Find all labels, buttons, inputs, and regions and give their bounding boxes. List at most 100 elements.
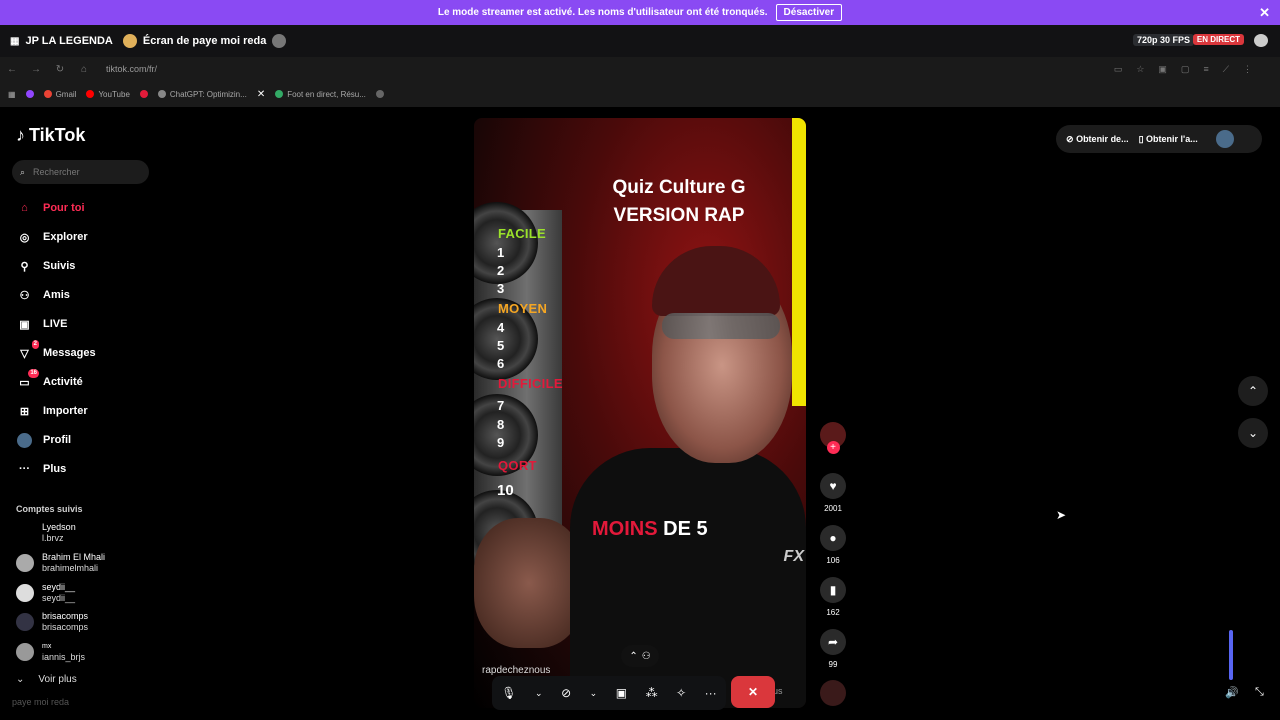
save-count: 162: [826, 608, 840, 617]
see-more-button[interactable]: ⌄ Voir plus: [16, 674, 77, 685]
nav-following[interactable]: ⚲ Suivis: [16, 255, 166, 277]
bookmark-youtube[interactable]: YouTube: [86, 89, 130, 99]
chevron-down-icon[interactable]: ⌄: [535, 688, 543, 699]
bookmark-label: YouTube: [98, 89, 130, 99]
bookmark-label: ChatGPT: Optimizin...: [169, 89, 247, 99]
streamer-mode-banner: Le mode streamer est activé. Les noms d'…: [0, 0, 1280, 25]
x-icon[interactable]: ✕: [257, 89, 265, 100]
close-icon[interactable]: ✕: [1259, 5, 1270, 21]
activities-icon[interactable]: ⁂: [646, 686, 658, 700]
chevron-down-icon: ⌄: [1247, 426, 1259, 440]
followed-account[interactable]: mx iannis_brjs: [16, 640, 156, 664]
nav-activity[interactable]: ▭ 16 Activité: [16, 368, 166, 393]
stream-title-group: Écran de paye moi reda: [122, 34, 287, 48]
more-options-icon[interactable]: ···: [705, 686, 717, 700]
followed-account[interactable]: Brahim El Mhali brahimelmhali: [16, 551, 156, 575]
avatar: [16, 584, 34, 602]
yellow-stripe: [792, 118, 806, 406]
nav-label: Explorer: [43, 231, 88, 243]
bookmark-foot[interactable]: Foot en direct, Résu...: [275, 90, 366, 99]
next-video-button[interactable]: ⌄: [1238, 418, 1268, 448]
previous-video-button[interactable]: ⌃: [1238, 376, 1268, 406]
browser-chrome: ← → ↻ ⌂ tiktok.com/fr/ ▭☆▣▢≡⟋⋮ ▦ Gmail Y…: [0, 57, 1280, 107]
video-author[interactable]: rapdecheznous: [482, 665, 550, 676]
live-icon: ▣: [19, 318, 30, 331]
stream-header: ▦ JP LA LEGENDA Écran de paye moi reda 7…: [0, 25, 1280, 57]
nav-messages[interactable]: ▽ 2 Messages: [16, 339, 166, 364]
nav-upload[interactable]: ⊞ Importer: [16, 400, 166, 422]
followed-account[interactable]: seydii__ seydii__: [16, 581, 156, 605]
quiz-number: 5: [497, 338, 505, 353]
nav-friends[interactable]: ⚇ Amis: [16, 284, 166, 306]
creator-avatar[interactable]: +: [818, 422, 848, 454]
title-line: VERSION RAP: [613, 205, 745, 226]
quiz-number: 4: [497, 320, 505, 335]
chat-icon[interactable]: [1254, 34, 1268, 47]
leave-call-button[interactable]: ✕: [731, 676, 775, 708]
music-disc[interactable]: [818, 680, 848, 711]
share-icon: ➦: [820, 629, 846, 655]
screen-share-icon[interactable]: ▣: [616, 686, 627, 700]
avatar: [16, 524, 34, 542]
streamer-name: JP LA LEGENDA: [25, 35, 113, 47]
avatar[interactable]: [1215, 130, 1234, 148]
nav-live[interactable]: ▣ LIVE: [16, 313, 166, 335]
tiktok-logo[interactable]: ♪ TikTok: [16, 125, 85, 146]
chevron-up-icon: ⌃: [629, 650, 638, 662]
disable-streamer-mode-button[interactable]: Désactiver: [775, 4, 843, 21]
twitch-icon[interactable]: [25, 90, 34, 98]
nav-for-you[interactable]: ⌂ Pour toi: [16, 197, 166, 219]
get-desktop-app-button[interactable]: ⊘ Obtenir de...: [1066, 134, 1129, 145]
get-app-button[interactable]: ▯ Obtenir l'a...: [1139, 134, 1198, 145]
bookmark-label: Foot en direct, Résu...: [287, 89, 366, 99]
microphone-icon[interactable]: 🎙: [501, 686, 516, 700]
follow-plus-icon[interactable]: +: [826, 441, 840, 454]
avatar: [16, 643, 34, 661]
comment-count: 106: [826, 556, 840, 565]
back-icon[interactable]: ←: [0, 64, 24, 75]
like-button[interactable]: ♥ 2001: [818, 473, 848, 513]
top-right-actions: ⊘ Obtenir de... ▯ Obtenir l'a...: [1056, 125, 1262, 153]
mouse-cursor-icon: ➤: [1056, 508, 1067, 522]
show-participants-toggle[interactable]: ⌃ ⚇: [621, 645, 659, 667]
logo-text: TikTok: [29, 125, 86, 145]
chevron-down-icon[interactable]: ⌄: [590, 688, 598, 699]
forward-icon[interactable]: →: [24, 64, 48, 75]
account-name: brisacomps: [42, 611, 89, 621]
volume-icon[interactable]: 🔊: [1225, 686, 1239, 699]
level-label: QORT: [498, 458, 537, 473]
bookmark-red-icon[interactable]: [139, 90, 148, 98]
followed-account[interactable]: Lyedson l.brvz: [16, 521, 156, 545]
nav-label: LIVE: [43, 318, 68, 330]
fullscreen-exit-icon[interactable]: ⤡: [1255, 686, 1264, 699]
nav-explore[interactable]: ◎ Explorer: [16, 226, 166, 248]
phone-icon: ▯: [1138, 133, 1144, 144]
share-button[interactable]: ➦ 99: [818, 629, 848, 669]
bookmark-gmail[interactable]: Gmail: [43, 90, 76, 99]
soundboard-icon[interactable]: ✧: [676, 686, 686, 700]
apps-icon[interactable]: ▦: [8, 90, 16, 99]
save-button[interactable]: ▮ 162: [818, 577, 848, 617]
bookmark-chatgpt[interactable]: ChatGPT: Optimizin...: [157, 89, 247, 99]
stream-title: Écran de paye moi reda: [142, 35, 267, 47]
home-icon[interactable]: ⌂: [72, 64, 96, 75]
avatar: [122, 34, 137, 48]
globe-icon[interactable]: [375, 90, 384, 98]
address-bar[interactable]: tiktok.com/fr/: [106, 64, 157, 74]
extension-icons[interactable]: ▭☆▣▢≡⟋⋮: [1114, 64, 1266, 75]
camera-off-icon[interactable]: ⊘: [561, 686, 571, 700]
nav-profile[interactable]: Profil: [16, 429, 166, 451]
comment-button[interactable]: ● 106: [818, 525, 848, 565]
level-label: DIFFICILE: [498, 376, 563, 391]
video-player[interactable]: Quiz Culture G VERSION RAP FACILE 1 2 3 …: [474, 118, 806, 708]
volume-slider[interactable]: [1229, 630, 1233, 680]
speaker-cone: [474, 202, 538, 284]
reload-icon[interactable]: ↻: [48, 64, 72, 75]
friends-icon: ⚇: [19, 289, 30, 302]
nav-more[interactable]: ··· Plus: [16, 458, 166, 480]
quiz-number: 7: [497, 398, 505, 413]
search-input[interactable]: ⌕ Rechercher: [12, 160, 149, 184]
comment-icon: ●: [820, 525, 846, 551]
followed-account[interactable]: brisacomps brisacomps: [16, 610, 156, 634]
button-label: Obtenir l'a...: [1146, 133, 1198, 144]
